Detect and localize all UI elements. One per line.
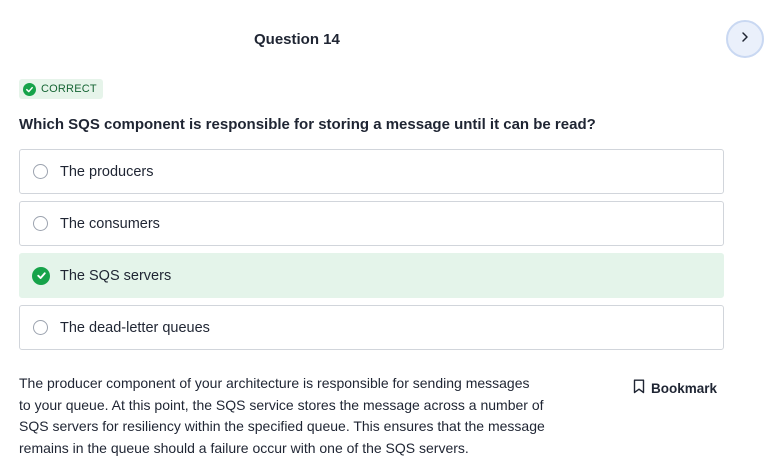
- explanation-text: The producer component of your architect…: [19, 373, 559, 459]
- bookmark-label: Bookmark: [651, 380, 718, 396]
- chevron-right-icon: [739, 30, 751, 48]
- explanation-line: to your queue. At this point, the SQS se…: [19, 396, 544, 413]
- answer-option-label: The producers: [60, 163, 154, 180]
- question-title: Question 14: [254, 31, 340, 48]
- question-text: Which SQS component is responsible for s…: [19, 116, 596, 133]
- bookmark-icon: [633, 379, 645, 397]
- answer-option-correct[interactable]: The SQS servers: [19, 253, 724, 298]
- radio-icon: [33, 216, 48, 231]
- check-circle-icon: [32, 266, 50, 285]
- answer-option[interactable]: The producers: [19, 149, 724, 194]
- next-question-button[interactable]: [726, 20, 764, 58]
- answer-option[interactable]: The consumers: [19, 201, 724, 246]
- answer-option[interactable]: The dead-letter queues: [19, 305, 724, 350]
- radio-icon: [33, 320, 48, 335]
- answer-option-label: The dead-letter queues: [60, 319, 210, 336]
- radio-icon: [33, 164, 48, 179]
- explanation-line: SQS servers for resiliency within the sp…: [19, 418, 545, 434]
- explanation-line: remains in the queue should a failure oc…: [19, 439, 469, 456]
- bookmark-button[interactable]: Bookmark: [633, 379, 717, 397]
- answer-option-label: The SQS servers: [60, 267, 172, 284]
- check-circle-icon: [23, 82, 36, 96]
- answer-option-label: The consumers: [60, 215, 160, 232]
- answer-options: The producers The consumers The SQS serv…: [19, 149, 724, 357]
- status-badge: CORRECT: [19, 79, 103, 99]
- status-label: CORRECT: [41, 83, 97, 95]
- explanation-line: The producer component of your architect…: [19, 375, 530, 391]
